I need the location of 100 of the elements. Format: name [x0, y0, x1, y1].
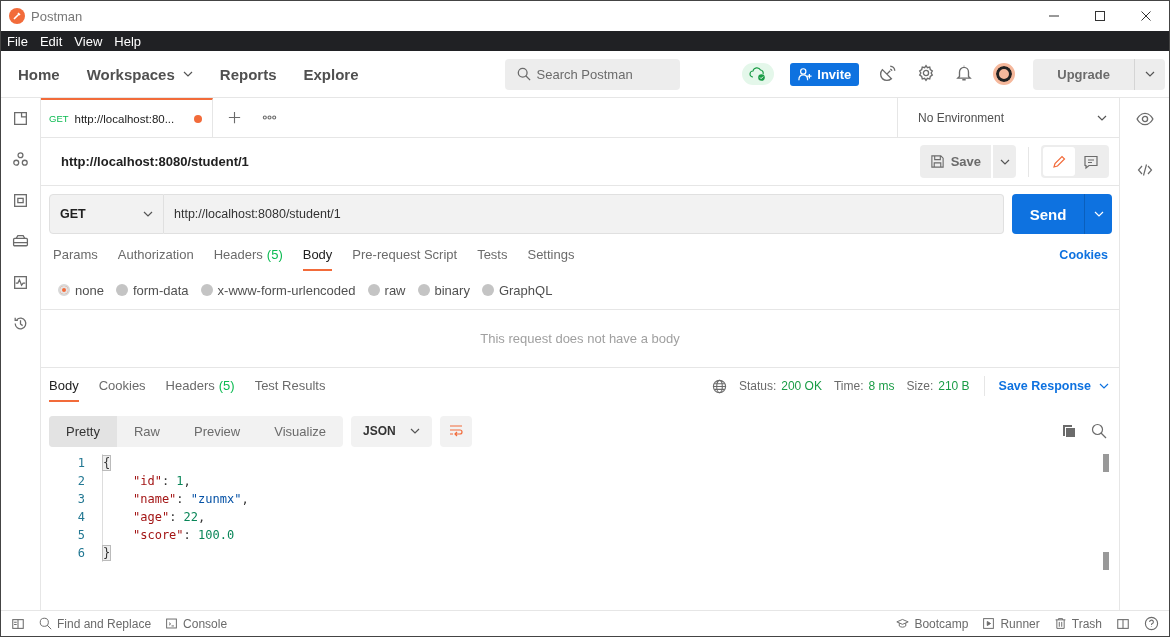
view-mode-tab[interactable]: Visualize: [257, 415, 344, 447]
scrollbar[interactable]: [1103, 552, 1109, 570]
tab[interactable]: Headers (5): [165, 370, 235, 402]
nav-link[interactable]: Explore: [294, 65, 368, 83]
caret-icon: [1145, 71, 1155, 77]
line-number: 5: [76, 528, 85, 542]
url-input[interactable]: http://localhost:8080/student/1: [164, 194, 1004, 234]
invite-button[interactable]: Invite: [790, 62, 860, 86]
radio-label: raw: [384, 282, 406, 298]
status-bar-item[interactable]: Trash: [1053, 616, 1102, 631]
radio-button[interactable]: [481, 284, 494, 296]
count: (5): [266, 246, 283, 262]
satellite-icon[interactable]: [879, 63, 898, 82]
app-logo-icon: [9, 8, 25, 24]
code-line: "name": "zunmx",: [102, 490, 249, 508]
radio-button[interactable]: [58, 284, 70, 296]
menu-item[interactable]: File: [1, 33, 34, 49]
radio-button[interactable]: [417, 284, 430, 296]
line-number: 3: [76, 492, 85, 506]
two-pane-icon[interactable]: [1116, 616, 1130, 631]
line-number: 4: [76, 510, 85, 524]
radio-button[interactable]: [367, 284, 380, 296]
radio-label: none: [75, 282, 104, 298]
response-meta: Time: 8 ms: [833, 379, 895, 393]
monitor-icon[interactable]: [12, 274, 29, 291]
radio-label: x-www-form-urlencoded: [217, 282, 356, 298]
save-response-button[interactable]: Save Response: [983, 376, 1109, 396]
code-line: "age": 22,: [102, 508, 206, 526]
tab[interactable]: Headers (5): [213, 239, 283, 271]
history-icon[interactable]: [12, 315, 29, 332]
code-line: "score": 100.0: [102, 526, 235, 544]
play-icon: [982, 617, 996, 630]
method-label: GET: [49, 113, 69, 124]
add-person-icon: [798, 67, 813, 81]
eye-icon[interactable]: [1135, 110, 1154, 128]
view-mode-tab[interactable]: Raw: [116, 415, 177, 447]
view-mode-tab[interactable]: Preview: [177, 415, 258, 447]
code-icon[interactable]: [1136, 162, 1153, 178]
tab[interactable]: Tests: [477, 239, 508, 271]
settings-icon[interactable]: [917, 63, 936, 82]
tab[interactable]: Params: [53, 239, 98, 271]
line-number: 6: [76, 546, 85, 560]
tab-title: http://localhost:80...: [74, 112, 175, 125]
view-mode-tab[interactable]: Pretty: [49, 415, 117, 447]
count: (5): [218, 377, 235, 393]
tab[interactable]: Test Results: [254, 370, 326, 402]
method-select[interactable]: GET: [49, 194, 164, 234]
cookies-link[interactable]: Cookies: [1059, 239, 1108, 271]
radio-label: binary: [434, 282, 470, 298]
wrap-lines-icon: [447, 424, 464, 438]
format-select[interactable]: JSON: [351, 415, 432, 447]
radio-label: GraphQL: [498, 282, 553, 298]
status-bar-item[interactable]: Find and Replace: [39, 616, 152, 631]
scrollbar[interactable]: [1103, 454, 1109, 472]
collections-icon[interactable]: [12, 110, 29, 127]
terminal-icon: [165, 617, 179, 630]
help-icon[interactable]: [1144, 616, 1159, 631]
edit-mode-button[interactable]: [1043, 147, 1075, 176]
sidebar-toggle-icon[interactable]: [11, 616, 25, 631]
tab[interactable]: Body: [302, 239, 333, 271]
globe-icon[interactable]: [711, 378, 727, 394]
sync-status-icon[interactable]: [742, 63, 775, 85]
status-bar-item[interactable]: Runner: [982, 616, 1040, 631]
apis-icon[interactable]: [12, 151, 29, 168]
request-tab[interactable]: GET http://localhost:80...: [41, 98, 213, 137]
copy-icon[interactable]: [1061, 423, 1077, 439]
status-bar-item[interactable]: Bootcamp: [896, 616, 969, 631]
menu-item[interactable]: Help: [108, 33, 148, 49]
menu-item[interactable]: Edit: [33, 33, 69, 49]
tab[interactable]: Cookies: [98, 370, 146, 402]
tab[interactable]: Pre-request Script: [352, 239, 458, 271]
menu-item[interactable]: View: [68, 33, 109, 49]
caret-icon: [1093, 211, 1104, 217]
tab[interactable]: Authorization: [117, 239, 194, 271]
tab[interactable]: Settings: [527, 239, 575, 271]
status-bar-item[interactable]: Console: [165, 616, 228, 631]
code-line: }: [102, 544, 111, 562]
comment-icon: [1083, 153, 1099, 170]
nav-link[interactable]: Home: [9, 65, 69, 83]
environment-icon[interactable]: [12, 192, 29, 209]
avatar[interactable]: [993, 63, 1016, 85]
radio-button[interactable]: [200, 284, 213, 296]
tab[interactable]: Body: [49, 370, 79, 402]
request-title: http://localhost:8080/student/1: [61, 154, 249, 169]
search-icon: [39, 617, 52, 630]
code-line: {: [102, 454, 111, 472]
environment-select[interactable]: No Environment: [897, 98, 1119, 137]
nav-link[interactable]: Reports: [210, 65, 286, 83]
search-icon[interactable]: [1091, 423, 1107, 439]
nav-link[interactable]: Workspaces: [77, 65, 202, 83]
search-field[interactable]: Search Postman: [504, 58, 680, 90]
radio-button[interactable]: [115, 284, 128, 296]
trash-icon: [1053, 617, 1067, 630]
caret-icon: [1097, 114, 1107, 121]
caret-icon: [143, 211, 153, 217]
graduation-cap-icon: [896, 617, 910, 630]
plus-icon[interactable]: [227, 110, 242, 125]
empty-body-message: This request does not have a body: [480, 331, 680, 346]
code-line: "id": 1,: [102, 472, 191, 490]
save-button[interactable]: Save: [919, 145, 991, 178]
